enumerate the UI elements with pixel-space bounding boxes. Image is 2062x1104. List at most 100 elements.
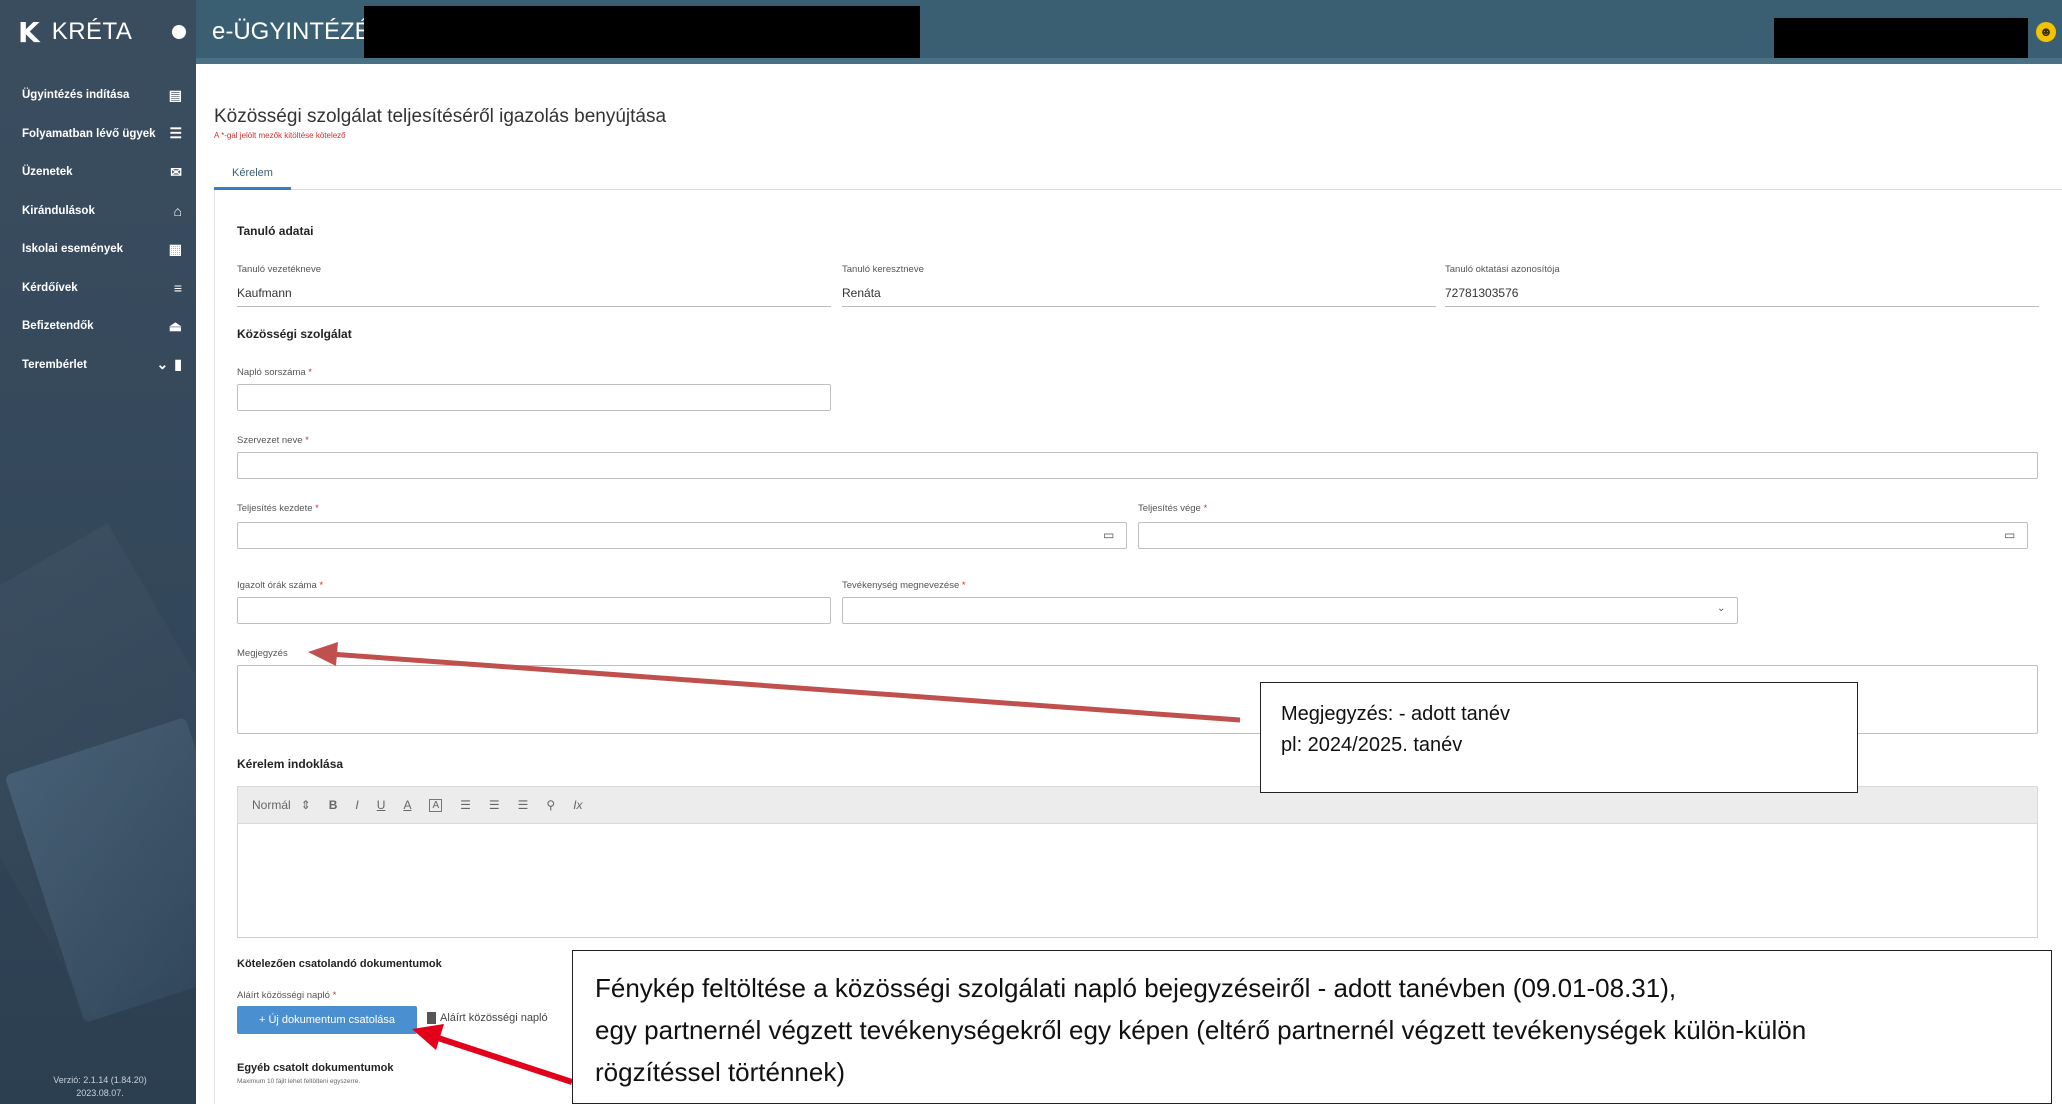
sidebar-item-icons: ⌄ ▮ — [157, 356, 182, 373]
journal-number-input[interactable] — [237, 384, 831, 411]
page-title: Közösségi szolgálat teljesítéséről igazo… — [214, 106, 667, 127]
note-label: Megjegyzés — [237, 648, 288, 659]
updown-icon: ⇕ — [300, 798, 311, 812]
request-reason-editor[interactable] — [237, 824, 2038, 938]
lines-icon: ≡ — [173, 279, 182, 296]
chevron-down-icon[interactable]: ⌄ — [1717, 603, 1725, 614]
required-mark: * — [961, 580, 966, 591]
note-callout-line2: pl: 2024/2025. tanév — [1281, 734, 1463, 756]
section-student-data: Tanuló adatai — [237, 224, 314, 238]
required-mark: * — [305, 435, 309, 446]
ordered-list-button[interactable]: ☰ — [460, 798, 471, 812]
activity-label: Tevékenység megnevezése * — [842, 580, 966, 591]
start-date-label: Teljesítés kezdete * — [237, 503, 319, 514]
hours-label: Igazolt órák száma * — [237, 580, 323, 591]
photo-callout-line2: egy partnernél végzett tevékenységekről … — [595, 1015, 1807, 1045]
sidebar-item-label: Befizetendők — [22, 320, 94, 333]
signed-journal-label: Aláírt közösségi napló * — [237, 990, 336, 1001]
redacted-title-area — [364, 6, 920, 58]
activity-select[interactable] — [842, 597, 1738, 624]
required-mark: * — [319, 580, 324, 591]
brand-name: KRÉTA — [51, 18, 133, 45]
required-mark: * — [1203, 503, 1208, 514]
app-window: K KRÉTA Ügyintézés indítása ▤ Folyamatba… — [0, 0, 2062, 1104]
bold-button[interactable]: B — [329, 798, 338, 812]
organization-name-input[interactable] — [237, 452, 2038, 479]
attach-document-button[interactable]: + Új dokumentum csatolása — [237, 1006, 417, 1034]
user-avatar-icon[interactable]: ☻ — [2036, 22, 2056, 42]
sidebar-item-befizetendok[interactable]: Befizetendők ⏏ — [0, 307, 196, 346]
background-color-button[interactable]: A — [429, 798, 443, 812]
version-info: Verzió: 2.1.14 (1.84.20) 2023.08.07. — [30, 1074, 170, 1100]
hours-input[interactable] — [237, 597, 831, 624]
sidebar-item-folyamatban-levo-ugyek[interactable]: Folyamatban lévő ügyek ☰ — [0, 115, 196, 154]
version-date: 2023.08.07. — [76, 1088, 124, 1098]
journal-number-label-text: Napló sorszáma — [237, 367, 306, 378]
style-select-label: Normál — [252, 798, 291, 812]
brand-header[interactable]: K KRÉTA — [0, 0, 196, 64]
section-required-documents: Kötelezően csatolandó dokumentumok — [237, 958, 442, 970]
file-icon — [427, 1012, 436, 1024]
sidebar-item-label: Kérdőívek — [22, 281, 78, 294]
required-mark: * — [332, 990, 337, 1001]
end-date-label-text: Teljesítés vége — [1138, 503, 1201, 514]
student-id-value: 72781303576 — [1445, 286, 2039, 307]
document-icon: ▤ — [168, 86, 182, 103]
underline-button[interactable]: U — [377, 798, 386, 812]
sidebar-nav: Ügyintézés indítása ▤ Folyamatban lévő ü… — [0, 76, 196, 384]
sidebar-item-ugyintezes-inditasa[interactable]: Ügyintézés indítása ▤ — [0, 76, 196, 115]
start-date-label-text: Teljesítés kezdete — [237, 503, 313, 514]
last-name-label: Tanuló vezetékneve — [237, 264, 321, 275]
calendar-icon[interactable]: ▭ — [2004, 528, 2015, 542]
envelope-icon: ✉ — [170, 163, 182, 180]
chevron-down-icon[interactable]: ⌄ — [157, 356, 169, 373]
calendar-icon[interactable]: ▭ — [1103, 528, 1114, 542]
activity-label-text: Tevékenység megnevezése — [842, 580, 960, 591]
status-dot-icon[interactable] — [172, 25, 186, 39]
sidebar-item-label: Kirándulások — [22, 204, 95, 217]
list-icon: ☰ — [169, 125, 182, 142]
font-color-button[interactable]: A — [403, 798, 411, 812]
sidebar-item-kirandulasok[interactable]: Kirándulások ⌂ — [0, 192, 196, 231]
version-number: Verzió: 2.1.14 (1.84.20) — [53, 1075, 147, 1085]
kreta-logo-icon: K — [18, 15, 40, 49]
sidebar-item-label: Folyamatban lévő ügyek — [22, 127, 156, 140]
signed-journal-link[interactable]: Aláírt közösségi napló — [427, 1012, 548, 1024]
signed-journal-link-text: Aláírt közösségi napló — [440, 1012, 548, 1024]
sidebar-item-uzenetek[interactable]: Üzenetek ✉ — [0, 153, 196, 192]
sidebar-item-terembérlet[interactable]: Terembérlet ⌄ ▮ — [0, 346, 196, 385]
tab-bar: Kérelem — [214, 156, 2062, 190]
note-callout-line1: Megjegyzés: - adott tanév — [1281, 703, 1511, 725]
clear-format-icon[interactable]: Ix — [573, 798, 582, 812]
sidebar: K KRÉTA Ügyintézés indítása ▤ Folyamatba… — [0, 0, 196, 1104]
end-date-input[interactable] — [1138, 522, 2028, 549]
photo-upload-callout: Fénykép feltöltése a közösségi szolgálat… — [572, 950, 2052, 1104]
note-callout: Megjegyzés: - adott tanév pl: 2024/2025.… — [1260, 682, 1858, 793]
sidebar-item-label: Ügyintézés indítása — [22, 89, 130, 102]
top-header: e-ÜGYINTÉZÉS – ☻ — [196, 0, 2062, 64]
sidebar-item-iskolai-esemenyek[interactable]: Iskolai események ▦ — [0, 230, 196, 269]
link-icon[interactable]: ⚲ — [546, 798, 555, 812]
photo-callout-line3: rögzítéssel történnek) — [595, 1057, 846, 1087]
required-mark: * — [315, 503, 319, 514]
first-name-value: Renáta — [842, 286, 1436, 307]
sidebar-item-label: Terembérlet — [22, 358, 87, 371]
signed-journal-label-text: Aláírt közösségi napló — [237, 990, 330, 1001]
sidebar-item-kerdoivek[interactable]: Kérdőívek ≡ — [0, 269, 196, 308]
sidebar-item-label: Üzenetek — [22, 166, 73, 179]
first-name-label: Tanuló keresztneve — [842, 264, 924, 275]
tab-kerelem[interactable]: Kérelem — [214, 156, 291, 190]
upload-limit-note: Maximum 10 fájlt lehet feltölteni egysze… — [237, 1078, 361, 1085]
bed-icon: ⌂ — [173, 202, 182, 219]
calendar-icon: ▦ — [168, 240, 182, 257]
journal-number-label: Napló sorszáma * — [237, 367, 312, 378]
italic-button[interactable]: I — [355, 798, 358, 812]
bullet-list-button[interactable]: ☰ — [489, 798, 500, 812]
organization-name-label: Szervezet neve * — [237, 435, 309, 446]
last-name-value: Kaufmann — [237, 286, 831, 307]
bank-icon: ⏏ — [168, 317, 182, 334]
style-select[interactable]: Normál ⇕ — [252, 798, 311, 812]
start-date-input[interactable] — [237, 522, 1127, 549]
align-button[interactable]: ☰ — [518, 798, 529, 812]
sidebar-item-label: Iskolai események — [22, 243, 124, 256]
